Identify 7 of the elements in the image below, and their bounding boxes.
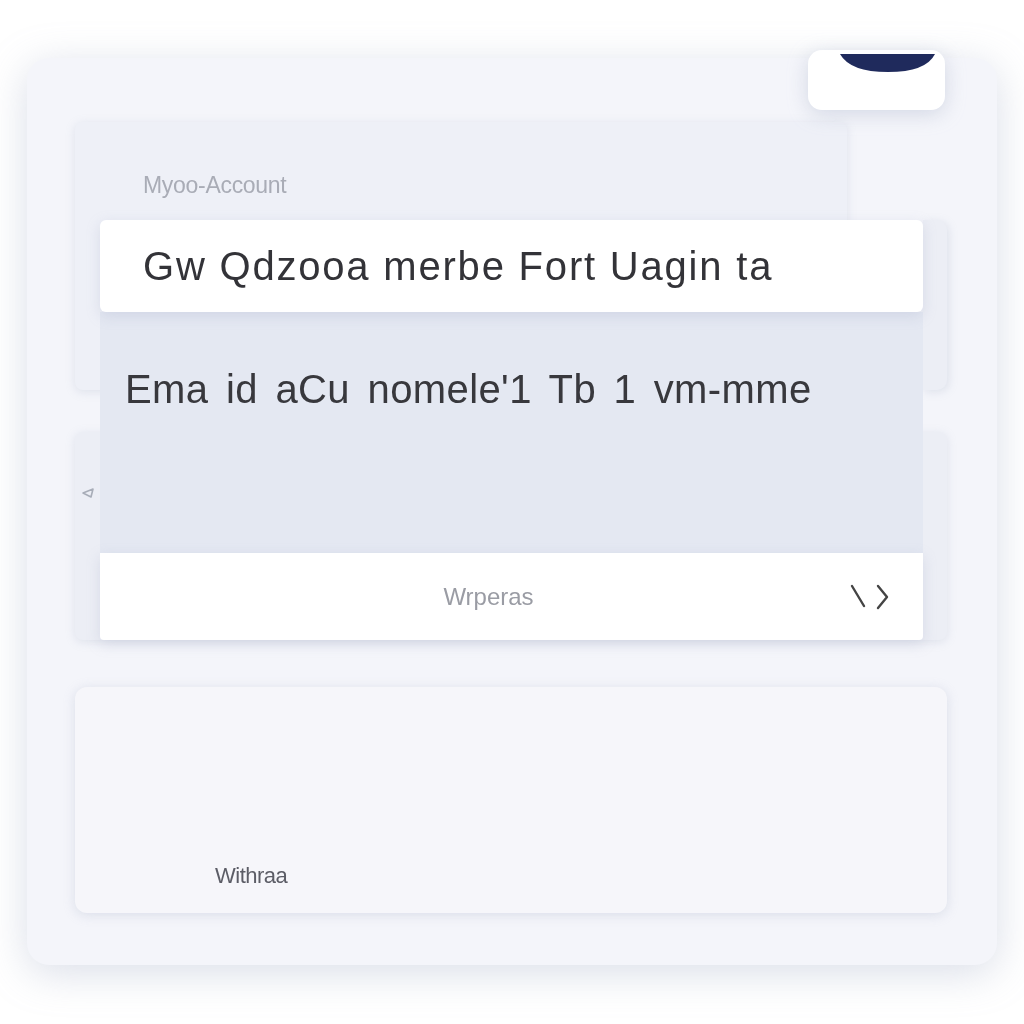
page-title: Gw Qdzooa merbe Fort Uagin ta bbox=[143, 243, 774, 289]
message-text: Ema id aCu nomele'1 Tb 1 vm-mme bbox=[125, 367, 812, 411]
action-row[interactable]: Wrperas bbox=[100, 553, 923, 640]
triangle-icon bbox=[82, 488, 94, 498]
footer-label: Withraa bbox=[215, 863, 288, 889]
chevron-icon bbox=[850, 584, 890, 610]
account-label: Myoo-Account bbox=[143, 172, 287, 199]
